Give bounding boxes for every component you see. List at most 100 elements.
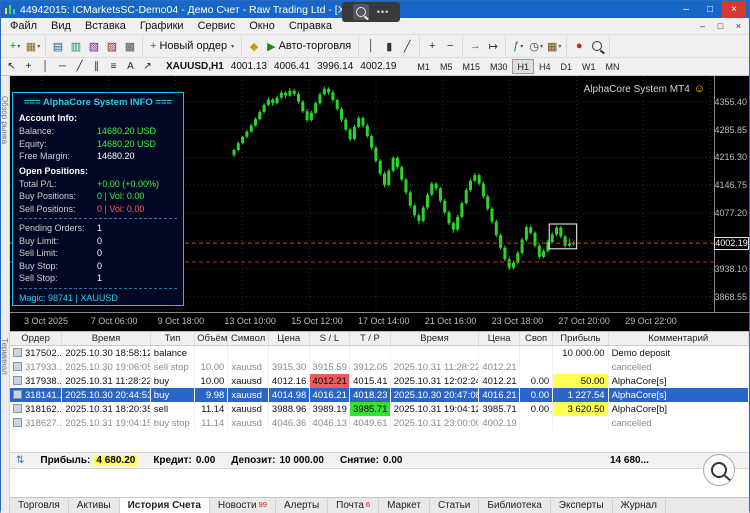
close-button[interactable]: ×: [722, 1, 746, 18]
autotrading-button[interactable]: ▶Авто-торговля: [263, 37, 355, 55]
column-header-10[interactable]: Своп: [519, 332, 552, 346]
trendline-tool[interactable]: ╱: [71, 59, 88, 74]
candles-chart-button[interactable]: ▮: [380, 37, 398, 55]
column-header-11[interactable]: Прибыль: [553, 332, 608, 346]
chart-area[interactable]: 4355.404285.854216.304146.754077.204007.…: [10, 76, 749, 332]
indicators-button[interactable]: ƒ▾: [509, 37, 527, 55]
timeframe-h4[interactable]: H4: [534, 59, 556, 74]
info-row-value: 14680.20: [97, 150, 135, 163]
info-row-label: Pending Orders:: [19, 222, 97, 235]
menu-item-Графики[interactable]: Графики: [133, 20, 191, 32]
fibonacci-tool[interactable]: ≡: [105, 59, 122, 74]
side-tab-1[interactable]: Терминал: [1, 338, 9, 375]
chart-shift-button[interactable]: ↦: [484, 37, 502, 55]
quote-display: XAUUSD,H1 4001.13 4006.41 3996.14 4002.1…: [166, 61, 396, 72]
menu-item-Окно[interactable]: Окно: [242, 20, 282, 32]
timeframe-mn[interactable]: MN: [601, 59, 625, 74]
info-row: Buy Limit:0: [19, 235, 177, 248]
chart-minimize-button[interactable]: –: [694, 21, 711, 31]
line-chart-button[interactable]: ╱: [398, 37, 416, 55]
table-row[interactable]: 317502...2025.10.30 18:58:12balance10 00…: [10, 346, 749, 361]
tab-badge: 6: [366, 500, 370, 509]
channel-tool[interactable]: ∥: [88, 59, 105, 74]
info-section-header: Account Info:: [19, 112, 177, 125]
chart-close-button[interactable]: ×: [730, 21, 747, 31]
new-chart-button[interactable]: +▾: [6, 37, 24, 55]
column-header-4[interactable]: Символ: [228, 332, 269, 346]
table-row[interactable]: 317938...2025.10.31 11:28:22buy10.00xauu…: [10, 374, 749, 388]
timeframe-m15[interactable]: M15: [457, 59, 485, 74]
periods-button[interactable]: ◷▾: [527, 37, 545, 55]
column-header-2[interactable]: Тип: [150, 332, 194, 346]
timeframe-h1[interactable]: H1: [512, 59, 534, 74]
profiles-button[interactable]: ▦▾: [24, 37, 42, 55]
timeframe-d1[interactable]: D1: [556, 59, 578, 74]
cursor-tool[interactable]: ↖: [3, 59, 20, 74]
column-header-3[interactable]: Объём: [195, 332, 228, 346]
column-header-6[interactable]: S / L: [309, 332, 350, 346]
zoom-out-button[interactable]: −: [441, 37, 459, 55]
info-row-value: 14680.20 USD: [97, 138, 156, 151]
bars-chart-button[interactable]: │: [362, 37, 380, 55]
zoom-icon[interactable]: [353, 4, 369, 20]
autoscroll-button[interactable]: →: [466, 37, 484, 55]
info-row-label: Buy Limit:: [19, 235, 97, 248]
time-label: 15 Oct 12:00: [291, 316, 343, 326]
info-row-label: Sell Limit:: [19, 247, 97, 260]
menu-item-Вид[interactable]: Вид: [44, 20, 78, 32]
menu-items: ФайлВидВставкаГрафикиСервисОкноСправка: [3, 20, 339, 32]
info-row-label: Sell Positions:: [19, 203, 97, 216]
menu-item-Вставка[interactable]: Вставка: [78, 20, 133, 32]
arrows-tool[interactable]: ↗: [139, 59, 156, 74]
window-controls: – □ ×: [674, 1, 746, 18]
crosshair-tool[interactable]: +: [20, 59, 37, 74]
menu-item-Справка[interactable]: Справка: [282, 20, 339, 32]
table-row[interactable]: 317933...2025.10.30 19:06:05sell stop10.…: [10, 360, 749, 374]
search-icon[interactable]: [588, 37, 606, 55]
column-header-12[interactable]: Комментарий: [608, 332, 748, 346]
menu-item-Файл[interactable]: Файл: [3, 20, 44, 32]
column-header-9[interactable]: Цена: [479, 332, 520, 346]
more-options-icon[interactable]: •••: [377, 7, 389, 17]
templates-button[interactable]: ▦▾: [545, 37, 563, 55]
toolbar-group: ●: [567, 36, 610, 56]
column-header-5[interactable]: Цена: [268, 332, 309, 346]
menu-item-Сервис[interactable]: Сервис: [191, 20, 243, 32]
column-header-1[interactable]: Время: [62, 332, 151, 346]
timeframe-m1[interactable]: M1: [412, 59, 435, 74]
timeframe-m30[interactable]: M30: [485, 59, 513, 74]
data-window-toggle[interactable]: ▥: [67, 37, 85, 55]
timeframe-w1[interactable]: W1: [577, 59, 601, 74]
side-strip: Обзор рынка Терминал: [1, 76, 10, 513]
chart-restore-button[interactable]: □: [712, 21, 729, 31]
alert-icon[interactable]: ●: [570, 37, 588, 55]
vertical-line-tool[interactable]: │: [37, 59, 54, 74]
toolbar-group: ▤▥▧▨▩: [46, 36, 143, 56]
timeframe-m5[interactable]: M5: [435, 59, 458, 74]
column-header-8[interactable]: Время: [390, 332, 479, 346]
column-header-0[interactable]: Ордер: [10, 332, 62, 346]
info-row: Buy Positions:0 | Vol: 0.00: [19, 190, 177, 203]
info-row: Pending Orders:1: [19, 222, 177, 235]
side-tab-0[interactable]: Обзор рынка: [1, 96, 9, 144]
maximize-button[interactable]: □: [698, 1, 722, 18]
caret-down-icon: ▾: [558, 43, 561, 50]
minimize-button[interactable]: –: [674, 1, 698, 18]
table-row[interactable]: 318141...2025.10.30 20:44:53buy9.98xauus…: [10, 388, 749, 402]
navigator-toggle[interactable]: ▧: [85, 37, 103, 55]
table-row[interactable]: 318627...2025.10.31 19:04:15buy stop11.1…: [10, 416, 749, 430]
terminal-toggle[interactable]: ▨: [103, 37, 121, 55]
text-tool[interactable]: A: [122, 59, 139, 74]
horizontal-line-tool[interactable]: ─: [54, 59, 71, 74]
column-header-7[interactable]: T / P: [350, 332, 391, 346]
zoom-in-button[interactable]: +: [423, 37, 441, 55]
metaeditor-button[interactable]: ◆: [245, 37, 263, 55]
timeframe-bar: M1M5M15M30H1H4D1W1MN: [412, 59, 624, 74]
new-order-button[interactable]: +Новый ордер▾: [146, 37, 238, 55]
strategy-tester-toggle[interactable]: ▩: [121, 37, 139, 55]
table-row[interactable]: 318162...2025.10.31 18:20:35sell11.14xau…: [10, 402, 749, 416]
info-row: Balance:14680.20 USD: [19, 125, 177, 138]
info-row-label: Buy Stop:: [19, 260, 97, 273]
market-watch-toggle[interactable]: ▤: [49, 37, 67, 55]
zoom-fab[interactable]: [703, 454, 735, 486]
